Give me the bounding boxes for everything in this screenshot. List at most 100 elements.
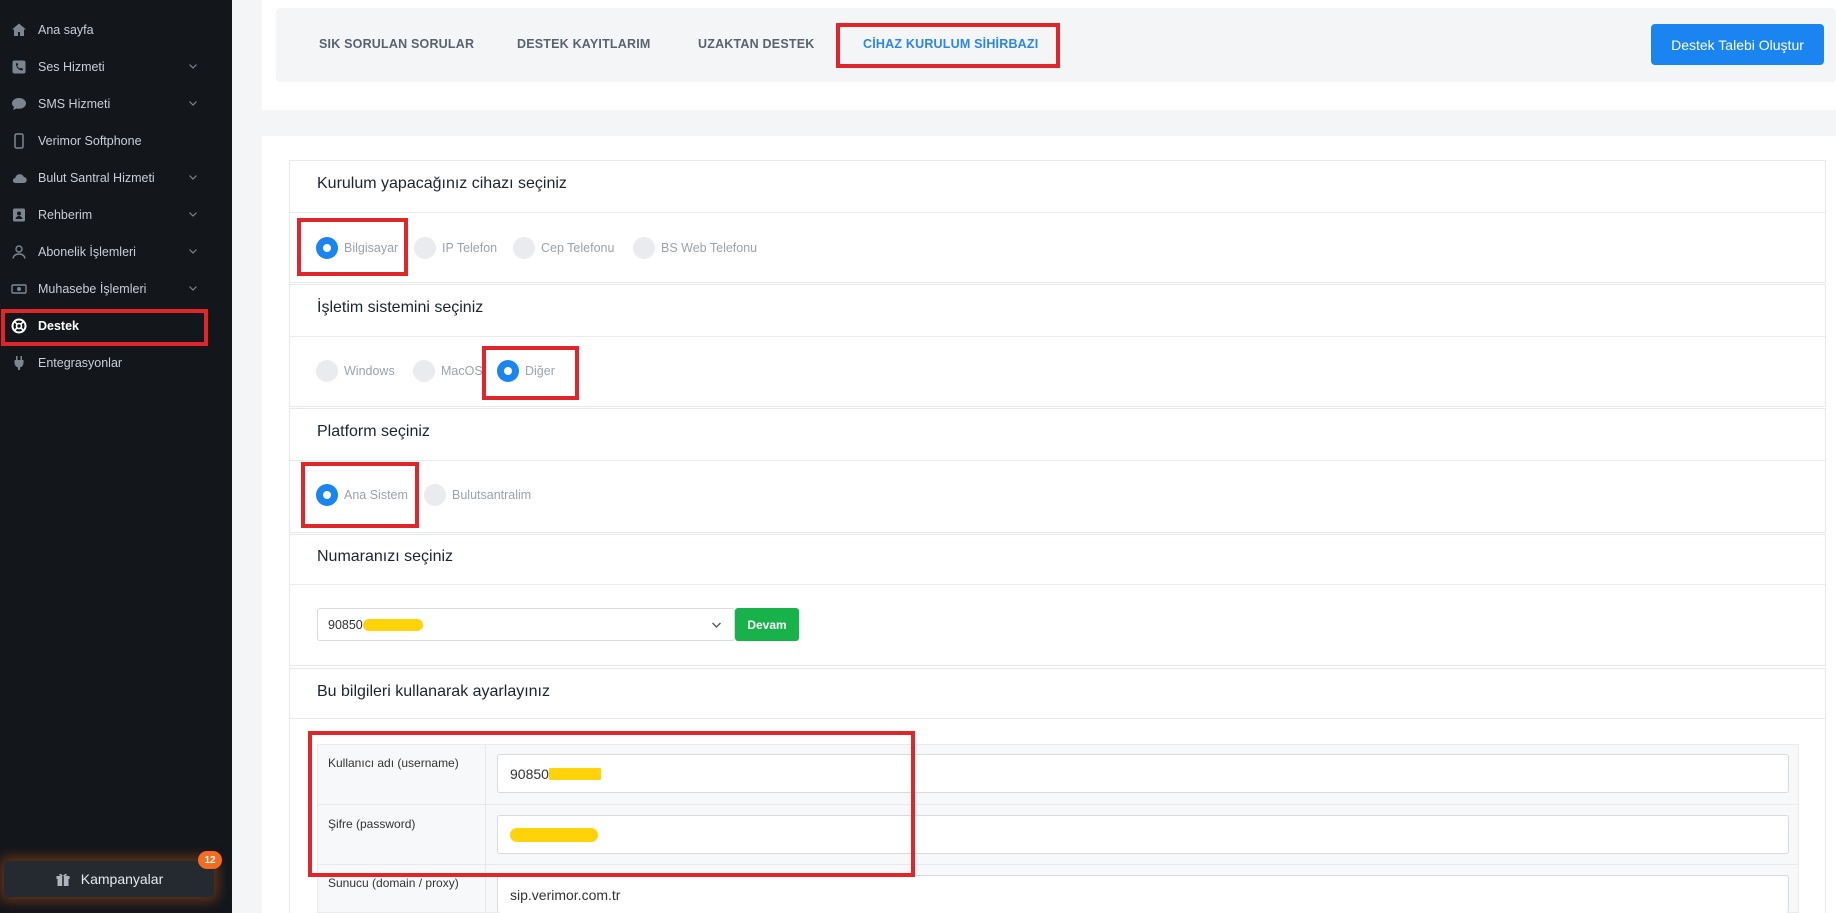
radio-label: MacOS: [441, 364, 483, 378]
chevron-down-icon: [189, 249, 197, 254]
tab-bar: [276, 8, 1836, 82]
radio-dot: [413, 360, 435, 382]
sidebar-item-verimor-softphone[interactable]: Verimor Softphone: [0, 122, 232, 159]
sidebar-item-muhasebe[interactable]: Muhasebe İşlemleri: [0, 270, 232, 307]
radio-bulutsantralim[interactable]: Bulutsantralim: [424, 484, 531, 506]
redaction-mark: [362, 618, 423, 631]
sidebar-item-label: Ses Hizmeti: [38, 59, 105, 74]
table-column-separator: [485, 745, 486, 913]
tab-cihaz-kurulum-sihirbazi[interactable]: CİHAZ KURULUM SİHİRBAZI: [863, 37, 1038, 51]
radio-dot: [316, 484, 338, 506]
sidebar-item-ana-sayfa[interactable]: Ana sayfa: [0, 11, 232, 48]
username-label: Kullanıcı adı (username): [328, 756, 459, 770]
mobile-icon: [10, 132, 27, 149]
sidebar-item-sms-hizmeti[interactable]: SMS Hizmeti: [0, 85, 232, 122]
radio-label: Ana Sistem: [344, 488, 408, 502]
radio-bs-web-telefonu[interactable]: BS Web Telefonu: [633, 237, 757, 259]
sidebar-item-label: SMS Hizmeti: [38, 96, 111, 111]
radio-windows[interactable]: Windows: [316, 360, 395, 382]
table-row-separator: [318, 804, 1798, 805]
chat-icon: [10, 95, 27, 112]
username-value: 90850: [510, 765, 549, 782]
sidebar-item-label: Rehberim: [38, 207, 93, 222]
platform-section-title: Platform seçiniz: [317, 423, 430, 440]
sidebar-item-entegrasyonlar[interactable]: Entegrasyonlar: [0, 344, 232, 381]
radio-bilgisayar[interactable]: Bilgisayar: [316, 237, 398, 259]
sidebar-item-label: Ana sayfa: [38, 22, 94, 37]
tab-sss[interactable]: SIK SORULAN SORULAR: [319, 37, 474, 51]
radio-dot: [316, 237, 338, 259]
radio-dot: [424, 484, 446, 506]
sidebar: Ana sayfa Ses Hizmeti SMS Hizmeti Verimo…: [0, 0, 232, 913]
radio-dot: [316, 360, 338, 382]
tab-uzaktan-destek[interactable]: UZAKTAN DESTEK: [698, 37, 814, 51]
radio-label: Bilgisayar: [344, 241, 399, 255]
money-icon: [10, 280, 27, 297]
sidebar-item-ses-hizmeti[interactable]: Ses Hizmeti: [0, 48, 232, 85]
user-icon: [10, 243, 27, 260]
sidebar-item-label: Destek: [38, 318, 79, 333]
radio-label: Bulutsantralim: [452, 488, 532, 502]
sidebar-item-bulut-santral[interactable]: Bulut Santral Hizmeti: [0, 159, 232, 196]
radio-diger[interactable]: Diğer: [497, 360, 555, 382]
platform-section: [289, 408, 1826, 533]
sidebar-item-destek[interactable]: Destek: [0, 307, 232, 344]
tab-destek-kayitlarim[interactable]: DESTEK KAYITLARIM: [517, 37, 651, 51]
radio-dot: [414, 237, 436, 259]
os-section-title: İşletim sistemini seçiniz: [317, 299, 484, 316]
os-section: [289, 284, 1826, 407]
sidebar-item-label: Verimor Softphone: [38, 133, 142, 148]
create-support-ticket-button[interactable]: Destek Talebi Oluştur: [1651, 24, 1824, 65]
number-select[interactable]: 90850: [317, 608, 735, 641]
chevron-down-icon: [189, 101, 197, 106]
gift-icon: [55, 871, 71, 887]
sidebar-item-rehberim[interactable]: Rehberim: [0, 196, 232, 233]
radio-ip-telefon[interactable]: IP Telefon: [414, 237, 497, 259]
radio-macos[interactable]: MacOS: [413, 360, 483, 382]
sidebar-item-label: Entegrasyonlar: [38, 355, 123, 370]
number-select-value: 90850: [328, 617, 363, 632]
password-field[interactable]: [497, 815, 1789, 854]
radio-dot: [513, 237, 535, 259]
radio-ana-sistem[interactable]: Ana Sistem: [316, 484, 408, 506]
server-label: Sunucu (domain / proxy): [328, 876, 459, 890]
radio-dot: [497, 360, 519, 382]
device-section-title: Kurulum yapacağınız cihazı seçiniz: [317, 175, 567, 192]
radio-label: BS Web Telefonu: [661, 241, 758, 255]
home-icon: [10, 21, 27, 38]
lifebuoy-icon: [10, 317, 27, 334]
campaigns-button[interactable]: Kampanyalar 12: [4, 851, 222, 897]
redaction-mark: [548, 767, 601, 780]
phone-icon: [10, 58, 27, 75]
chevron-down-icon: [189, 175, 197, 180]
continue-button[interactable]: Devam: [735, 608, 799, 641]
sidebar-item-abonelik[interactable]: Abonelik İşlemleri: [0, 233, 232, 270]
table-row-separator: [318, 864, 1798, 865]
campaigns-count-badge: 12: [198, 851, 222, 869]
chevron-down-icon: [189, 212, 197, 217]
password-label: Şifre (password): [328, 817, 416, 831]
campaigns-label: Kampanyalar: [80, 871, 164, 887]
server-field[interactable]: sip.verimor.com.tr: [497, 875, 1789, 913]
sidebar-item-label: Muhasebe İşlemleri: [38, 281, 147, 296]
radio-dot: [633, 237, 655, 259]
divider: [290, 718, 1825, 719]
radio-cep-telefonu[interactable]: Cep Telefonu: [513, 237, 614, 259]
radio-label: Windows: [344, 364, 395, 378]
sidebar-item-label: Bulut Santral Hizmeti: [38, 170, 155, 185]
server-value: sip.verimor.com.tr: [510, 886, 621, 903]
sidebar-item-label: Abonelik İşlemleri: [38, 244, 136, 259]
chevron-down-icon: [189, 64, 197, 69]
divider: [290, 212, 1825, 213]
contacts-icon: [10, 206, 27, 223]
number-section: [289, 534, 1826, 666]
username-field[interactable]: 90850: [497, 754, 1789, 793]
number-section-title: Numaranızı seçiniz: [317, 548, 454, 565]
plug-icon: [10, 354, 27, 371]
redaction-mark: [510, 827, 598, 842]
settings-section-title: Bu bilgileri kullanarak ayarlayınız: [317, 683, 550, 700]
chevron-down-icon: [189, 286, 197, 291]
divider: [290, 336, 1825, 337]
divider: [290, 584, 1825, 585]
cloud-icon: [10, 169, 27, 186]
